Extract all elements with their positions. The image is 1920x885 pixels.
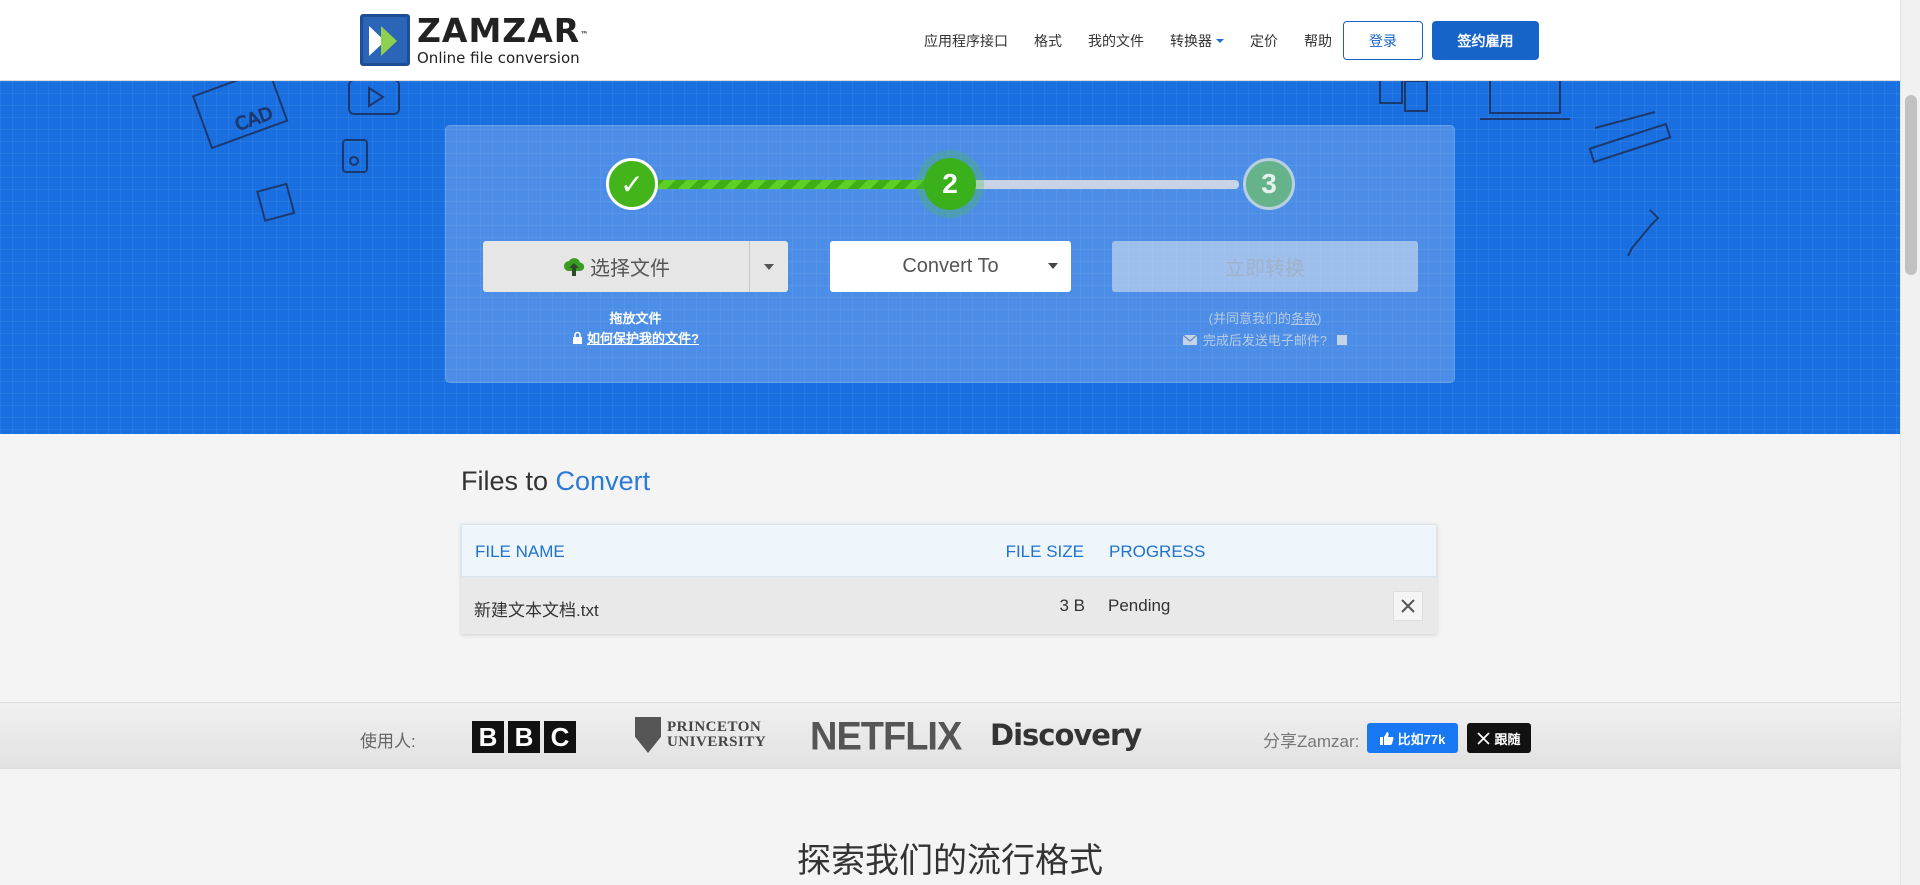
- files-table: FILE NAME FILE SIZE PROGRESS 新建文本文档.txt …: [461, 524, 1437, 634]
- login-button[interactable]: 登录: [1343, 21, 1423, 60]
- email-when-done-label: 完成后发送电子邮件?: [1202, 333, 1328, 348]
- zamzar-logo-icon: [360, 14, 410, 66]
- nav-converters-label: 转换器: [1170, 32, 1212, 49]
- cad-doodle-icon: CAD: [191, 81, 289, 150]
- choose-files-control: 选择文件: [483, 241, 788, 292]
- choose-files-button[interactable]: 选择文件: [483, 241, 750, 292]
- discovery-logo: Discovery: [990, 718, 1142, 752]
- files-table-header: FILE NAME FILE SIZE PROGRESS: [461, 524, 1437, 577]
- progress-cell: Pending: [1108, 596, 1171, 615]
- facebook-like-button[interactable]: 比如77k: [1367, 723, 1458, 753]
- step-progress-fill: [619, 180, 939, 189]
- nav-pricing[interactable]: 定价: [1250, 31, 1278, 51]
- choose-files-dropdown[interactable]: [750, 241, 788, 292]
- netflix-logo: NETFLIX: [810, 714, 962, 760]
- chevron-down-icon: [1216, 38, 1224, 43]
- nav-formats[interactable]: 格式: [1034, 31, 1062, 51]
- wrench-doodle-icon: [1627, 209, 1660, 257]
- converter-hero: CAD ✓ 2 3 选择文件 拖放文件 如何保护我的文件? Convert To…: [0, 81, 1900, 434]
- used-by-label: 使用人:: [360, 732, 416, 751]
- nav-my-files[interactable]: 我的文件: [1088, 31, 1144, 51]
- files-to-convert-title: Files to Convert: [461, 466, 651, 496]
- email-when-done-row: 完成后发送电子邮件?: [1112, 330, 1418, 349]
- princeton-logo: PRINCETON UNIVERSITY: [635, 717, 766, 753]
- column-progress: PROGRESS: [1109, 542, 1206, 561]
- step-3-indicator: 3: [1243, 158, 1295, 210]
- nav-help[interactable]: 帮助: [1304, 31, 1332, 51]
- scrollbar-thumb[interactable]: [1905, 95, 1917, 275]
- page-scrollbar[interactable]: [1900, 0, 1920, 885]
- remove-file-button[interactable]: [1393, 591, 1423, 621]
- cloud-upload-icon: [563, 257, 585, 276]
- envelope-icon: [1182, 334, 1197, 345]
- ruler-doodle-icon: [1588, 111, 1672, 164]
- file-size-cell: 3 B: [1059, 596, 1085, 615]
- princeton-crest-icon: [635, 717, 661, 753]
- convert-now-button[interactable]: 立即转换: [1112, 241, 1418, 292]
- follow-label: 跟随: [1494, 731, 1521, 747]
- choose-files-label: 选择文件: [590, 258, 670, 280]
- nav-api[interactable]: 应用程序接口: [924, 31, 1008, 51]
- protect-files-row: 如何保护我的文件?: [483, 328, 788, 347]
- terms-agreement: (并同意我们的条款): [1208, 311, 1322, 326]
- converter-panel: ✓ 2 3 选择文件 拖放文件 如何保护我的文件? Convert To 立即转…: [445, 125, 1455, 383]
- signup-button[interactable]: 签约雇用: [1432, 21, 1539, 60]
- convert-to-select[interactable]: Convert To: [830, 241, 1071, 292]
- caret-down-icon: [764, 263, 774, 270]
- thumbs-up-icon: [1379, 731, 1394, 745]
- column-file-size: FILE SIZE: [1005, 542, 1084, 561]
- lock-icon: [573, 331, 583, 344]
- logo-name: ZAMZAR™: [417, 11, 590, 50]
- svg-text:CAD: CAD: [232, 103, 276, 136]
- file-name-cell: 新建文本文档.txt: [474, 601, 599, 620]
- column-file-name: FILE NAME: [475, 542, 565, 561]
- top-navbar: ZAMZAR™ Online file conversion 应用程序接口 格式…: [0, 0, 1900, 81]
- video-doodle-icon: [348, 81, 400, 115]
- nav-converters[interactable]: 转换器: [1170, 31, 1224, 51]
- table-row: 新建文本文档.txt 3 B Pending: [461, 577, 1437, 634]
- protect-files-link[interactable]: 如何保护我的文件?: [587, 328, 699, 347]
- explore-formats-heading: 探索我们的流行格式: [797, 842, 1103, 880]
- x-follow-button[interactable]: 跟随: [1467, 723, 1531, 753]
- like-count-label: 比如77k: [1397, 731, 1446, 747]
- step-2-indicator: 2: [924, 158, 976, 210]
- close-icon: [1401, 599, 1415, 613]
- used-by-strip: 使用人: BBC PRINCETON UNIVERSITY NETFLIX Dis…: [0, 702, 1900, 769]
- logo-tagline: Online file conversion: [417, 49, 580, 67]
- terms-link[interactable]: 条款: [1291, 311, 1317, 326]
- bbc-logo: BBC: [472, 721, 576, 753]
- main-nav: 应用程序接口 格式 我的文件 转换器 定价 帮助: [924, 0, 1358, 81]
- documents-doodle-icon: [1379, 81, 1428, 112]
- caret-down-icon: [1048, 263, 1058, 269]
- music-doodle-icon: [342, 139, 368, 173]
- x-logo-icon: [1477, 731, 1491, 745]
- laptop-doodle-icon: [1480, 81, 1570, 120]
- share-label: 分享Zamzar:: [1263, 732, 1360, 751]
- convert-to-label: Convert To: [902, 255, 999, 277]
- email-when-done-checkbox[interactable]: [1337, 334, 1348, 345]
- file-doodle-icon: [256, 182, 296, 222]
- drop-files-text: 拖放文件: [609, 311, 662, 326]
- step-1-complete-icon: ✓: [606, 158, 658, 210]
- zamzar-logo[interactable]: ZAMZAR™ Online file conversion: [360, 14, 589, 67]
